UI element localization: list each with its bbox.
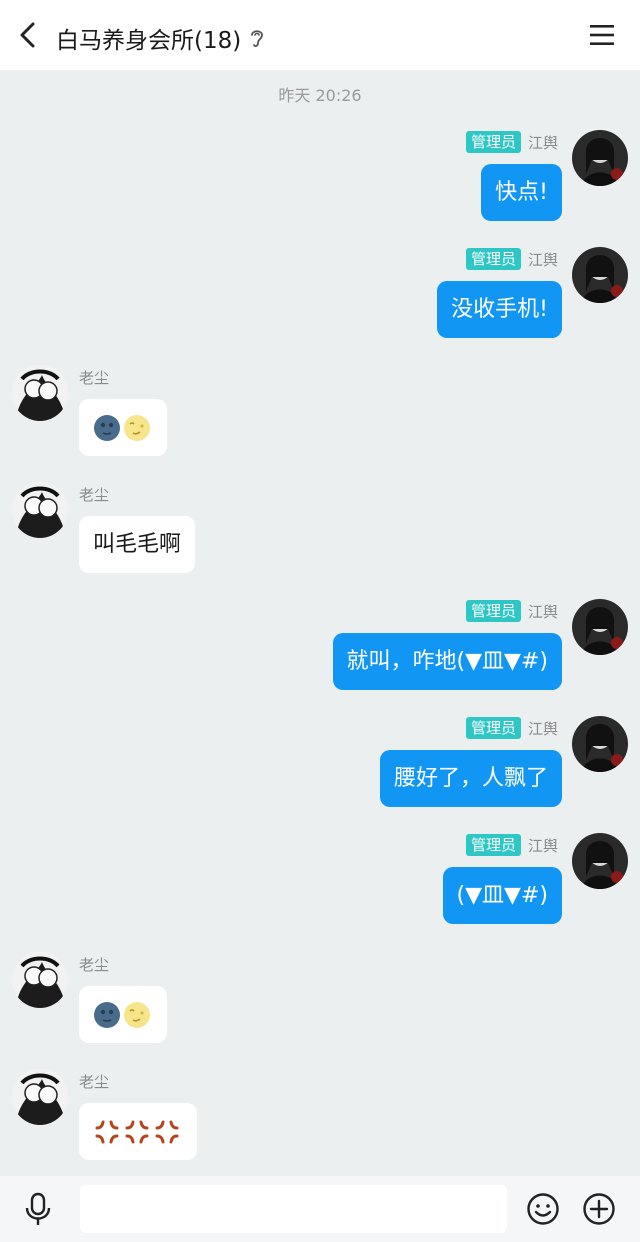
message-meta: 管理员 江舆 [465, 130, 558, 154]
message-bubble[interactable]: 快点! [481, 164, 562, 221]
back-arrow-icon[interactable] [14, 20, 44, 50]
sender-name: 江舆 [527, 250, 558, 269]
message-bubble[interactable]: 就叫，咋地(▼皿▼#) [332, 633, 562, 690]
time-separator: 昨天 20:26 [278, 86, 362, 105]
admin-badge: 管理员 [465, 600, 521, 622]
emoji-icon[interactable] [526, 1192, 560, 1226]
message-meta: 管理员 江舆 [465, 716, 558, 740]
full-moon-face-icon [124, 415, 150, 441]
avatar[interactable] [572, 130, 628, 186]
anger-symbol-icon [95, 1120, 119, 1144]
new-moon-face-icon [94, 1002, 120, 1028]
message-bubble[interactable]: (▼皿▼#) [442, 867, 562, 924]
avatar[interactable] [572, 599, 628, 655]
avatar[interactable] [572, 247, 628, 303]
message-bubble[interactable]: 没收手机! [437, 281, 562, 338]
sender-name: 江舆 [527, 133, 558, 152]
sender-name: 江舆 [527, 719, 558, 738]
message-row: 管理员 江舆 就叫，咋地(▼皿▼#) [0, 599, 640, 694]
message-meta: 老尘 [79, 952, 109, 976]
message-row: 管理员 江舆 腰好了，人飘了 [0, 716, 640, 811]
new-moon-face-icon [94, 415, 120, 441]
admin-badge: 管理员 [465, 131, 521, 153]
menu-icon[interactable] [590, 23, 614, 47]
message-meta: 老尘 [79, 365, 109, 389]
admin-badge: 管理员 [465, 717, 521, 739]
message-meta: 老尘 [79, 482, 109, 506]
message-bubble[interactable]: 叫毛毛啊 [79, 516, 196, 573]
ear-icon [251, 30, 264, 47]
message-row: 老尘 [0, 365, 640, 460]
message-input[interactable] [80, 1185, 507, 1233]
emoji-bubble[interactable] [79, 986, 167, 1043]
sender-name: 老尘 [79, 955, 110, 974]
input-bar [0, 1176, 640, 1242]
message-bubble[interactable]: 腰好了，人飘了 [379, 750, 562, 807]
message-meta: 管理员 江舆 [465, 833, 558, 857]
plus-icon[interactable] [582, 1192, 616, 1226]
sender-name: 老尘 [79, 1072, 110, 1091]
avatar[interactable] [572, 833, 628, 889]
avatar[interactable] [12, 952, 68, 1008]
top-bar: 白马养身会所(18) [0, 0, 640, 70]
message-meta: 管理员 江舆 [465, 599, 558, 623]
message-row: 老尘 叫毛毛啊 [0, 482, 640, 577]
avatar[interactable] [12, 1069, 68, 1125]
microphone-icon[interactable] [24, 1192, 52, 1226]
message-row: 老尘 [0, 1069, 640, 1164]
admin-badge: 管理员 [465, 248, 521, 270]
avatar[interactable] [12, 482, 68, 538]
avatar[interactable] [572, 716, 628, 772]
message-meta: 管理员 江舆 [465, 247, 558, 271]
sender-name: 江舆 [527, 602, 558, 621]
message-meta: 老尘 [79, 1069, 109, 1093]
avatar[interactable] [12, 365, 68, 421]
emoji-bubble[interactable] [79, 1103, 197, 1160]
anger-symbol-icon [125, 1120, 149, 1144]
message-row: 管理员 江舆 快点! [0, 130, 640, 225]
anger-symbol-icon [155, 1120, 179, 1144]
chat-title: 白马养身会所(18) [56, 21, 265, 55]
sender-name: 老尘 [79, 485, 110, 504]
message-row: 老尘 [0, 952, 640, 1047]
full-moon-face-icon [124, 1002, 150, 1028]
emoji-bubble[interactable] [79, 399, 167, 456]
group-name: 白马养身会所(18) [56, 28, 242, 54]
message-row: 管理员 江舆 (▼皿▼#) [0, 833, 640, 928]
sender-name: 老尘 [79, 368, 110, 387]
admin-badge: 管理员 [465, 834, 521, 856]
message-row: 管理员 江舆 没收手机! [0, 247, 640, 342]
sender-name: 江舆 [527, 836, 558, 855]
